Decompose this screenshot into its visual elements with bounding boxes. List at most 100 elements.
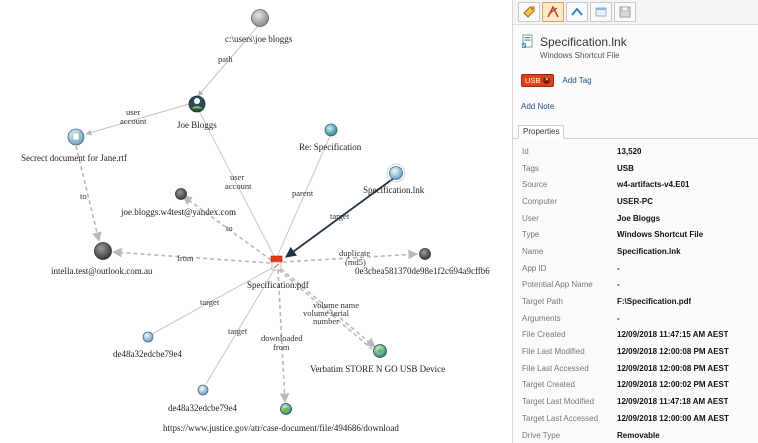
details-panel: Specification.lnk Windows Shortcut File … bbox=[512, 0, 758, 443]
relationship-graph[interactable]: path user account to user account parent… bbox=[0, 0, 512, 443]
property-value: w4-artifacts-v4.E01 bbox=[617, 180, 690, 190]
selected-marker-icon bbox=[270, 255, 283, 263]
property-row: Type Windows Shortcut File bbox=[513, 226, 758, 243]
window-icon bbox=[595, 7, 607, 17]
property-value: USB bbox=[617, 163, 634, 173]
tag-tool-icon bbox=[523, 6, 535, 18]
property-value: Removable bbox=[617, 430, 660, 440]
remove-tag-icon[interactable]: ✕ bbox=[543, 77, 551, 84]
property-key: Tags bbox=[522, 163, 539, 173]
panel-tabs: Properties bbox=[513, 125, 758, 139]
property-key: File Created bbox=[522, 330, 566, 340]
node-hash-1[interactable]: de48a32edcbe79e4 bbox=[113, 331, 182, 359]
property-row: Target Created 12/09/2018 12:00:02 PM AES… bbox=[513, 377, 758, 394]
file-node-icon bbox=[197, 384, 209, 396]
property-value: 12/09/2018 11:47:15 AM AEST bbox=[617, 330, 729, 340]
edge-labels: path user account to user account parent… bbox=[80, 54, 370, 352]
edge-label-target-1: target bbox=[200, 297, 220, 307]
add-note-link[interactable]: Add Note bbox=[521, 102, 554, 111]
item-header: Specification.lnk Windows Shortcut File bbox=[521, 34, 751, 60]
edge-label-downloaded-from-b: from bbox=[273, 342, 290, 352]
tab-properties[interactable]: Properties bbox=[518, 125, 565, 139]
save-button[interactable] bbox=[614, 2, 636, 22]
window-button[interactable] bbox=[590, 2, 612, 22]
property-row: App ID - bbox=[513, 260, 758, 277]
property-value: 12/09/2018 11:47:18 AM AEST bbox=[617, 397, 729, 407]
node-label: Specification.pdf bbox=[247, 280, 309, 290]
property-row: Potential App Name - bbox=[513, 277, 758, 294]
property-value: Specification.lnk bbox=[617, 246, 681, 256]
property-row: Computer USER-PC bbox=[513, 193, 758, 210]
property-key: Target Last Modified bbox=[522, 397, 595, 407]
property-value: USER-PC bbox=[617, 196, 654, 206]
node-label: de48a32edcbe79e4 bbox=[168, 403, 237, 413]
up-icon bbox=[571, 7, 583, 16]
property-key: Target Path bbox=[522, 297, 563, 307]
properties-table: Id 13,520 Tags USB Source w4-artifacts-v4.E01… bbox=[513, 143, 758, 443]
node-label: intella.test@outlook.com.au bbox=[51, 266, 153, 276]
property-value: - bbox=[617, 280, 620, 290]
up-button[interactable] bbox=[566, 2, 588, 22]
property-row: Source w4-artifacts-v4.E01 bbox=[513, 176, 758, 193]
edge-label-target-lnk: target bbox=[330, 211, 350, 221]
property-row: File Last Modified 12/09/2018 12:00:08 PM… bbox=[513, 343, 758, 360]
property-row: Id 13,520 bbox=[513, 143, 758, 160]
property-row: Target Last Modified 12/09/2018 11:47:18 … bbox=[513, 393, 758, 410]
node-label: Re: Specification bbox=[299, 142, 362, 152]
email-address-node-icon bbox=[175, 188, 187, 200]
property-row: Target Path F:\Specification.pdf bbox=[513, 293, 758, 310]
property-row: File Created 12/09/2018 11:47:15 AM AEST bbox=[513, 327, 758, 344]
node-label: Secrect document for Jane.rtf bbox=[21, 153, 127, 163]
tag-badge-usb[interactable]: USB ✕ bbox=[521, 74, 555, 87]
edge-label-from-1: from bbox=[177, 253, 194, 263]
node-label: Specification.lnk bbox=[363, 185, 425, 195]
node-verbatim-usb[interactable]: Verbatim STORE N GO USB Device bbox=[310, 344, 445, 375]
tag-tool-button[interactable] bbox=[518, 2, 540, 22]
node-label: c:\users\joe bloggs bbox=[225, 34, 293, 44]
edge-label-target-2: target bbox=[228, 326, 248, 336]
node-yandex-email[interactable]: joe.bloggs.w4test@yandex.com bbox=[120, 188, 236, 218]
property-row: Target Last Accessed 12/09/2018 12:00:00 … bbox=[513, 410, 758, 427]
property-row: Drive Type Removable bbox=[513, 427, 758, 443]
flag-tool-button[interactable] bbox=[542, 2, 564, 22]
node-label: de48a32edcbe79e4 bbox=[113, 349, 182, 359]
graph-canvas[interactable]: path user account to user account parent… bbox=[0, 0, 512, 443]
property-key: Target Last Accessed bbox=[522, 413, 599, 423]
item-subtitle: Windows Shortcut File bbox=[540, 51, 620, 60]
folder-node-icon bbox=[251, 9, 269, 27]
shortcut-file-icon bbox=[522, 34, 533, 48]
node-secret-document[interactable]: Secrect document for Jane.rtf bbox=[21, 128, 127, 163]
property-key: Computer bbox=[522, 196, 558, 206]
property-value: 12/09/2018 12:00:02 PM AEST bbox=[617, 380, 729, 390]
property-value: 12/09/2018 12:00:08 PM AEST bbox=[617, 363, 729, 373]
property-value: F:\Specification.pdf bbox=[617, 297, 692, 307]
node-label: 0e3cbea581370de98e1f2c694a9cffb6 bbox=[355, 266, 490, 276]
property-row: User Joe Bloggs bbox=[513, 210, 758, 227]
shortcut-node-icon bbox=[389, 166, 403, 180]
property-key: User bbox=[522, 213, 539, 223]
hash-node-icon bbox=[419, 248, 431, 260]
node-hash-2[interactable]: de48a32edcbe79e4 bbox=[168, 384, 237, 413]
property-value: 12/09/2018 12:00:00 AM AEST bbox=[617, 413, 729, 423]
file-node-icon bbox=[142, 331, 154, 343]
node-joe-bloggs[interactable]: Joe Bloggs bbox=[177, 95, 217, 130]
node-label: https://www.justice.gov/atr/case-documen… bbox=[163, 423, 399, 433]
property-value: 12/09/2018 12:00:08 PM AEST bbox=[617, 347, 729, 357]
item-title: Specification.lnk bbox=[540, 34, 627, 49]
add-tag-link[interactable]: Add Tag bbox=[562, 76, 591, 85]
edge-label-path: path bbox=[218, 54, 233, 64]
node-folder-path[interactable]: c:\users\joe bloggs bbox=[225, 9, 293, 45]
edge-label-user-account-1b: account bbox=[120, 116, 147, 126]
property-value: - bbox=[617, 263, 620, 273]
edge-label-volume-serial-b: number bbox=[313, 316, 339, 326]
node-re-specification[interactable]: Re: Specification bbox=[299, 123, 362, 152]
edge-label-user-account-2b: account bbox=[225, 181, 252, 191]
property-key: Id bbox=[522, 146, 529, 156]
node-outlook-email[interactable]: intella.test@outlook.com.au bbox=[51, 242, 153, 277]
node-md5-duplicate[interactable]: 0e3cbea581370de98e1f2c694a9cffb6 bbox=[355, 248, 490, 277]
node-label: joe.bloggs.w4test@yandex.com bbox=[120, 207, 236, 217]
panel-toolbar bbox=[513, 0, 758, 25]
property-value: 13,520 bbox=[617, 146, 642, 156]
node-specification-lnk[interactable]: Specification.lnk bbox=[363, 163, 425, 195]
email-address-node-icon bbox=[94, 242, 112, 260]
